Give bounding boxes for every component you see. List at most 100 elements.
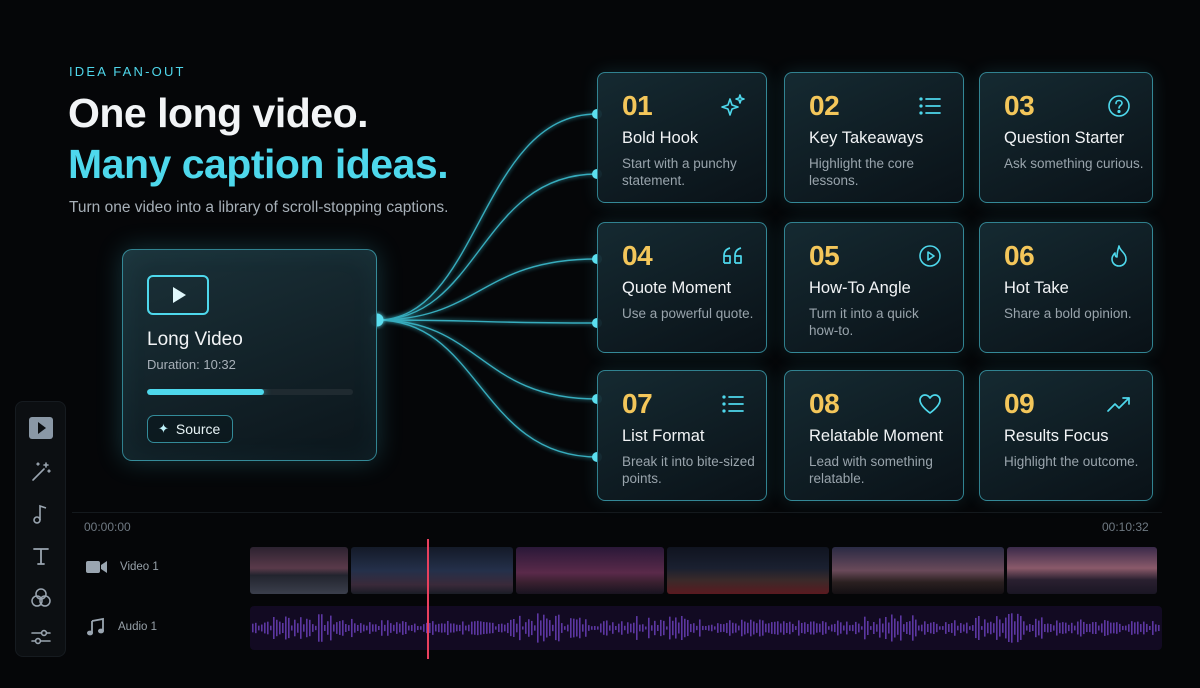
play-tool-button[interactable] xyxy=(28,415,54,441)
waveform-bar xyxy=(987,622,989,634)
waveform-bar xyxy=(819,623,821,633)
waveform-bar xyxy=(1083,621,1085,635)
waveform-bar xyxy=(330,615,332,641)
waveform-bar xyxy=(759,619,761,637)
waveform-bar xyxy=(849,625,851,631)
waveform-bar xyxy=(855,621,857,635)
waveform-bar xyxy=(441,623,443,633)
waveform-bar xyxy=(660,619,662,637)
waveform-bar xyxy=(522,626,524,630)
idea-card-question-starter[interactable]: 03 Question Starter Ask something curiou… xyxy=(979,72,1153,203)
waveform-bar xyxy=(492,622,494,634)
video-thumbnail[interactable] xyxy=(516,547,664,594)
idea-card-how-to-angle[interactable]: 05 How-To Angle Turn it into a quick how… xyxy=(784,222,964,353)
timeline-end-time: 00:10:32 xyxy=(1102,520,1149,534)
waveform-bar xyxy=(1017,613,1019,643)
waveform-bar xyxy=(897,621,899,635)
effects-tool-button[interactable] xyxy=(28,585,54,611)
waveform-bar xyxy=(774,621,776,635)
waveform-bar xyxy=(576,619,578,637)
waveform-bar xyxy=(981,626,983,630)
video-thumbnail[interactable] xyxy=(250,547,348,594)
video-thumbnail[interactable] xyxy=(667,547,829,594)
waveform-bar xyxy=(1047,623,1049,633)
waveform-bar xyxy=(471,621,473,635)
video-thumbnail[interactable] xyxy=(351,547,513,594)
video-clip-strip[interactable] xyxy=(250,547,1158,594)
waveform-bar xyxy=(1152,621,1154,635)
waveform-bar xyxy=(948,624,950,632)
waveform-bar xyxy=(867,620,869,636)
waveform-bar xyxy=(363,624,365,632)
waveform-bar xyxy=(327,621,329,635)
waveform-bar xyxy=(900,615,902,641)
adjust-tool-button[interactable] xyxy=(28,624,54,650)
idea-card-hot-take[interactable]: 06 Hot Take Share a bold opinion. xyxy=(979,222,1153,353)
idea-card-results-focus[interactable]: 09 Results Focus Highlight the outcome. xyxy=(979,370,1153,501)
waveform-bar xyxy=(291,625,293,631)
waveform-bar xyxy=(687,619,689,637)
timeline[interactable]: 00:00:00 00:10:32 Video 1 Audio 1 xyxy=(72,512,1172,662)
idea-card-key-takeaways[interactable]: 02 Key Takeaways Highlight the core less… xyxy=(784,72,964,203)
waveform-bar xyxy=(390,623,392,633)
waveform-bar xyxy=(435,624,437,632)
waveform-bar xyxy=(1011,613,1013,643)
waveform-bar xyxy=(540,620,542,636)
waveform-bar xyxy=(267,621,269,635)
waveform-bar xyxy=(453,623,455,633)
waveform-bar xyxy=(768,623,770,633)
waveform-bar xyxy=(282,622,284,634)
waveform-bar xyxy=(666,626,668,630)
waveform-bar xyxy=(711,624,713,632)
list-icon xyxy=(722,395,744,413)
waveform-bar xyxy=(399,623,401,633)
waveform-bar xyxy=(990,621,992,635)
heart-icon xyxy=(919,394,941,414)
waveform-bar xyxy=(708,625,710,631)
waveform-bar xyxy=(420,626,422,630)
waveform-bar xyxy=(726,622,728,634)
video-play-icon[interactable] xyxy=(147,275,209,315)
magic-tool-button[interactable] xyxy=(28,459,54,485)
waveform-bar xyxy=(1032,625,1034,631)
waveform-bar xyxy=(846,621,848,635)
track-label-video: Video 1 xyxy=(120,561,159,573)
waveform-bar xyxy=(807,623,809,633)
waveform-bar xyxy=(462,621,464,635)
idea-card-bold-hook[interactable]: 01 Bold Hook Start with a punchy stateme… xyxy=(597,72,767,203)
idea-card-quote-moment[interactable]: 04 Quote Moment Use a powerful quote. xyxy=(597,222,767,353)
track-header-audio[interactable]: Audio 1 xyxy=(86,617,157,637)
waveform-bar xyxy=(684,618,686,638)
source-progress-fill xyxy=(147,389,265,395)
waveform-bar xyxy=(369,622,371,634)
waveform-bar xyxy=(816,623,818,633)
source-video-card[interactable]: Long Video Duration: 10:32 ✦ Source xyxy=(122,249,377,461)
magic-wand-icon xyxy=(32,462,51,481)
waveform-bar xyxy=(333,624,335,632)
waveform-bar xyxy=(1089,623,1091,633)
audio-waveform[interactable] xyxy=(250,606,1162,650)
question-icon xyxy=(1108,95,1130,117)
track-header-video[interactable]: Video 1 xyxy=(86,559,159,575)
video-thumbnail[interactable] xyxy=(832,547,1004,594)
waveform-bar xyxy=(762,620,764,636)
waveform-bar xyxy=(789,621,791,635)
timeline-divider xyxy=(72,512,1162,513)
text-tool-button[interactable] xyxy=(28,543,54,569)
waveform-bar xyxy=(411,625,413,631)
play-icon xyxy=(29,417,53,439)
waveform-bar xyxy=(477,620,479,636)
video-thumbnail[interactable] xyxy=(1007,547,1157,594)
music-note-icon xyxy=(33,504,47,524)
idea-card-list-format[interactable]: 07 List Format Break it into bite-sized … xyxy=(597,370,767,501)
waveform-bar xyxy=(375,624,377,632)
idea-card-relatable-moment[interactable]: 08 Relatable Moment Lead with something … xyxy=(784,370,964,501)
waveform-bar xyxy=(882,623,884,633)
source-button[interactable]: ✦ Source xyxy=(147,415,234,443)
waveform-bar xyxy=(942,626,944,630)
waveform-bar xyxy=(270,625,272,631)
waveform-bar xyxy=(615,626,617,630)
music-tool-button[interactable] xyxy=(28,501,54,527)
playhead[interactable] xyxy=(427,539,429,659)
waveform-bar xyxy=(345,624,347,632)
